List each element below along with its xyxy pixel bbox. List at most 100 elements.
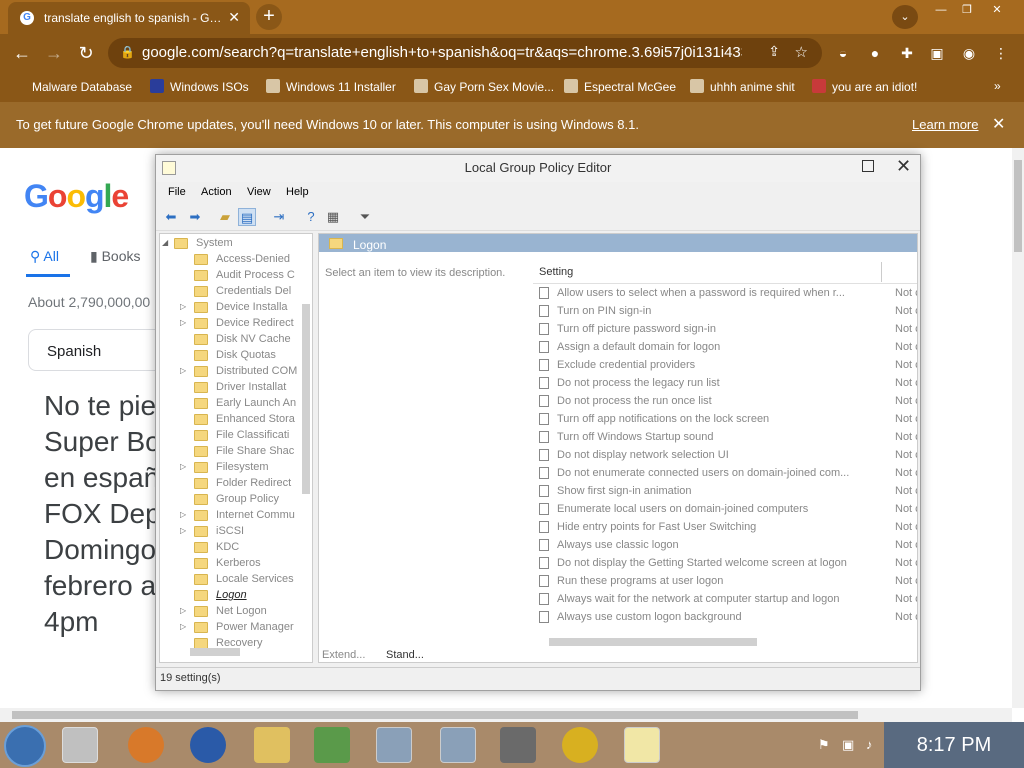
extension-flag-icon[interactable]: ◒ bbox=[832, 42, 854, 64]
notepad-taskbar-icon[interactable] bbox=[624, 727, 660, 763]
tree-node[interactable]: Group Policy bbox=[160, 492, 310, 508]
window-close-icon[interactable]: ✕ bbox=[984, 2, 1010, 18]
setting-row[interactable]: Do not display the Getting Started welco… bbox=[533, 554, 917, 572]
action-center-flag-icon[interactable]: ⚑ bbox=[818, 737, 830, 753]
setting-row[interactable]: Exclude credential providersNot c bbox=[533, 356, 917, 374]
tree-node[interactable]: File Classificati bbox=[160, 428, 310, 444]
expander-icon[interactable]: ▷ bbox=[180, 622, 186, 631]
tree-node-system[interactable]: ◢ System bbox=[160, 236, 310, 252]
app-taskbar-icon[interactable] bbox=[562, 727, 598, 763]
tree-node[interactable]: Early Launch An bbox=[160, 396, 310, 412]
menu-action[interactable]: Action bbox=[201, 186, 232, 198]
bookmark-movie-site[interactable]: Gay Porn Sex Movie... bbox=[414, 79, 554, 94]
bookmark-star-icon[interactable]: ☆ bbox=[795, 43, 808, 61]
bookmarks-overflow-button[interactable]: » bbox=[994, 79, 1001, 93]
tree-node[interactable]: Enhanced Stora bbox=[160, 412, 310, 428]
menu-help[interactable]: Help bbox=[286, 186, 309, 198]
bookmark-windows-11-installer[interactable]: Windows 11 Installer bbox=[266, 79, 396, 94]
tree-node[interactable]: Disk Quotas bbox=[160, 348, 310, 364]
tab-extended[interactable]: Extend... bbox=[322, 649, 365, 661]
new-tab-button[interactable]: + bbox=[256, 4, 282, 30]
minimize-icon[interactable]: — bbox=[928, 2, 954, 18]
setting-row[interactable]: Assign a default domain for logonNot c bbox=[533, 338, 917, 356]
obama-logo-taskbar-icon[interactable] bbox=[190, 727, 226, 763]
expander-icon[interactable]: ▷ bbox=[180, 462, 186, 471]
device-manager-taskbar-icon[interactable] bbox=[500, 727, 536, 763]
tree-node[interactable]: ▷ Device Redirect bbox=[160, 316, 310, 332]
side-panel-icon[interactable]: ▣ bbox=[926, 42, 948, 64]
expander-icon[interactable]: ▷ bbox=[180, 510, 186, 519]
reload-icon[interactable]: ↻ bbox=[74, 41, 98, 65]
tree-node[interactable]: ▷ Distributed COM bbox=[160, 364, 310, 380]
tree-node[interactable]: Driver Installat bbox=[160, 380, 310, 396]
file-explorer-taskbar-icon[interactable] bbox=[254, 727, 290, 763]
tree-node[interactable]: ▷ iSCSI bbox=[160, 524, 310, 540]
tab-standard[interactable]: Stand... bbox=[386, 649, 424, 661]
setting-row[interactable]: Turn off Windows Startup soundNot c bbox=[533, 428, 917, 446]
control-panel-taskbar-icon[interactable] bbox=[314, 727, 350, 763]
setting-row[interactable]: Do not display network selection UINot c bbox=[533, 446, 917, 464]
tree-node[interactable]: Credentials Del bbox=[160, 284, 310, 300]
filter-icon[interactable]: ⏷ bbox=[356, 208, 374, 226]
tree-node[interactable]: ▷ Internet Commu bbox=[160, 508, 310, 524]
expander-icon[interactable]: ▷ bbox=[180, 302, 186, 311]
setting-row[interactable]: Do not process the legacy run listNot c bbox=[533, 374, 917, 392]
export-list-icon[interactable]: ⇥ bbox=[270, 208, 288, 226]
account-avatar-icon[interactable]: ◉ bbox=[958, 42, 980, 64]
setting-row[interactable]: Enumerate local users on domain-joined c… bbox=[533, 500, 917, 518]
chrome-menu-icon[interactable]: ⋮ bbox=[990, 42, 1012, 64]
extensions-puzzle-icon[interactable]: ✚ bbox=[896, 42, 918, 64]
expander-icon[interactable]: ▷ bbox=[180, 366, 186, 375]
remote-desktop-taskbar-icon[interactable] bbox=[376, 727, 412, 763]
gpe-title-bar[interactable]: Local Group Policy Editor ✕ bbox=[156, 155, 920, 182]
taskbar-clock[interactable]: 8:17 PM bbox=[884, 722, 1024, 768]
tree-node[interactable]: Access-Denied bbox=[160, 252, 310, 268]
tree-node[interactable]: ▷ Power Manager bbox=[160, 620, 310, 636]
expander-icon[interactable]: ▷ bbox=[180, 318, 186, 327]
menu-file[interactable]: File bbox=[168, 186, 186, 198]
volume-icon[interactable]: ♪ bbox=[866, 737, 873, 752]
gpe-close-icon[interactable]: ✕ bbox=[896, 156, 911, 177]
bookmark-espectral-mcgee[interactable]: Espectral McGee bbox=[564, 79, 676, 94]
tree-vertical-scrollbar[interactable] bbox=[302, 304, 310, 494]
bookmark-you-are-an-idiot[interactable]: you are an idiot! bbox=[812, 79, 917, 94]
column-setting-header[interactable]: Setting bbox=[539, 266, 573, 278]
setting-row[interactable]: Do not process the run once listNot c bbox=[533, 392, 917, 410]
setting-row[interactable]: Allow users to select when a password is… bbox=[533, 284, 917, 302]
learn-more-link[interactable]: Learn more bbox=[912, 117, 978, 132]
forward-icon[interactable]: ➡ bbox=[186, 208, 204, 226]
bookmark-malware-database[interactable]: Malware Database bbox=[20, 79, 132, 94]
network-icon[interactable]: ▣ bbox=[842, 737, 854, 753]
tree-node-logon-selected[interactable]: Logon bbox=[160, 588, 310, 604]
tree-node[interactable]: Locale Services bbox=[160, 572, 310, 588]
setting-row[interactable]: Do not enumerate connected users on doma… bbox=[533, 464, 917, 482]
page-scroll-thumb[interactable] bbox=[1014, 160, 1022, 252]
share-icon[interactable]: ⇪ bbox=[768, 43, 780, 60]
tree-node[interactable]: ▷ Device Installa bbox=[160, 300, 310, 316]
firefox-taskbar-icon[interactable] bbox=[128, 727, 164, 763]
setting-row[interactable]: Turn off picture password sign-inNot c bbox=[533, 320, 917, 338]
bookmark-anime[interactable]: uhhh anime shit bbox=[690, 79, 795, 94]
menu-view[interactable]: View bbox=[247, 186, 271, 198]
tab-search-button[interactable]: ⌄ bbox=[892, 5, 918, 29]
settings-horizontal-scrollbar[interactable] bbox=[549, 638, 757, 646]
page-horizontal-scroll-thumb[interactable] bbox=[12, 711, 858, 719]
column-separator[interactable] bbox=[881, 262, 882, 282]
chrome-taskbar-icon[interactable] bbox=[62, 727, 98, 763]
tree-node[interactable]: Kerberos bbox=[160, 556, 310, 572]
expander-icon[interactable]: ◢ bbox=[162, 238, 168, 247]
tree-node[interactable]: File Share Shac bbox=[160, 444, 310, 460]
tree-node[interactable]: ▷ Filesystem bbox=[160, 460, 310, 476]
setting-row[interactable]: Turn on PIN sign-inNot c bbox=[533, 302, 917, 320]
maximize-icon[interactable] bbox=[862, 160, 874, 172]
bookmark-windows-isos[interactable]: Windows ISOs bbox=[150, 79, 249, 94]
infobar-close-button[interactable]: ✕ bbox=[992, 114, 1005, 134]
properties-icon[interactable]: ▦ bbox=[324, 208, 342, 226]
setting-row[interactable]: Turn off app notifications on the lock s… bbox=[533, 410, 917, 428]
tree-node[interactable]: Folder Redirect bbox=[160, 476, 310, 492]
tab-books[interactable]: ▮ Books bbox=[90, 248, 141, 265]
show-hide-tree-icon[interactable]: ▤ bbox=[238, 208, 256, 226]
tree-node[interactable]: KDC bbox=[160, 540, 310, 556]
tab-all[interactable]: ⚲ All bbox=[30, 248, 59, 265]
google-logo[interactable]: Google bbox=[24, 178, 129, 215]
